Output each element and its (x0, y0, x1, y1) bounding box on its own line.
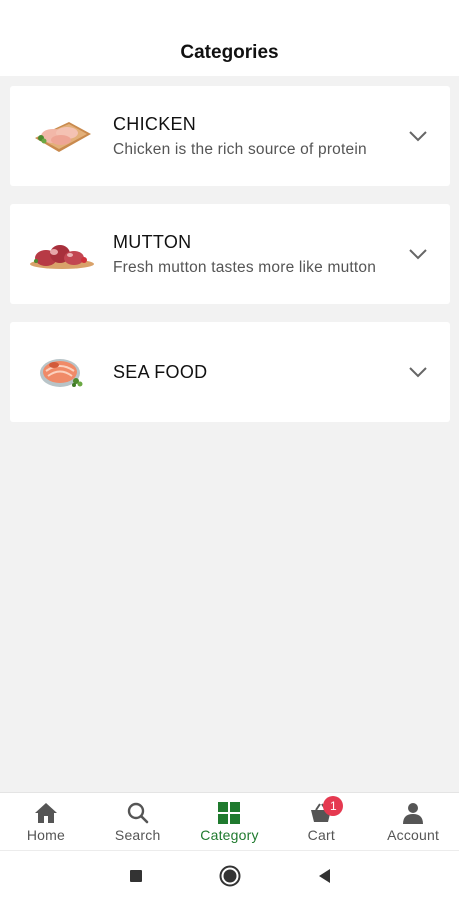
nav-label: Search (114, 827, 161, 843)
category-description: Chicken is the rich source of protein (113, 140, 367, 158)
nav-label: Account (387, 827, 440, 843)
seafood-image (26, 347, 98, 397)
home-icon (34, 801, 58, 825)
category-list: CHICKEN Chicken is the rich source of pr… (10, 86, 450, 440)
chicken-image (26, 111, 98, 161)
category-card-chicken[interactable]: CHICKEN Chicken is the rich source of pr… (10, 86, 450, 186)
chevron-down-icon[interactable] (408, 130, 428, 142)
category-description: Fresh mutton tastes more like mutton (113, 258, 377, 276)
category-card-sea-food[interactable]: SEA FOOD (10, 322, 450, 422)
nav-category[interactable]: Category (184, 793, 276, 850)
cart-badge: 1 (323, 796, 344, 816)
mutton-image (26, 229, 98, 279)
category-name: SEA FOOD (113, 361, 208, 382)
category-name: CHICKEN (113, 113, 197, 134)
nav-label: Category (200, 827, 259, 843)
chevron-down-icon[interactable] (408, 248, 428, 260)
nav-account[interactable]: Account (367, 793, 459, 850)
nav-label: Home (26, 827, 65, 843)
nav-label: Cart (307, 827, 335, 843)
nav-cart[interactable]: 1 Cart (275, 793, 367, 850)
search-icon (126, 801, 150, 825)
category-card-mutton[interactable]: MUTTON Fresh mutton tastes more like mut… (10, 204, 450, 304)
account-icon (401, 801, 425, 825)
system-navigation-bar (0, 850, 459, 900)
grid-icon (217, 801, 241, 825)
category-name: MUTTON (113, 231, 192, 252)
cart-icon: 1 (309, 796, 344, 825)
page-title: Categories (180, 42, 279, 63)
chevron-down-icon[interactable] (408, 366, 428, 378)
nav-home[interactable]: Home (0, 793, 92, 850)
bottom-navigation: Home Search Category 1 Cart Account (0, 792, 459, 850)
home-circle-icon[interactable] (218, 864, 242, 888)
nav-search[interactable]: Search (92, 793, 184, 850)
recents-icon[interactable] (124, 864, 148, 888)
back-icon[interactable] (312, 864, 336, 888)
app-header: Categories (0, 0, 459, 76)
